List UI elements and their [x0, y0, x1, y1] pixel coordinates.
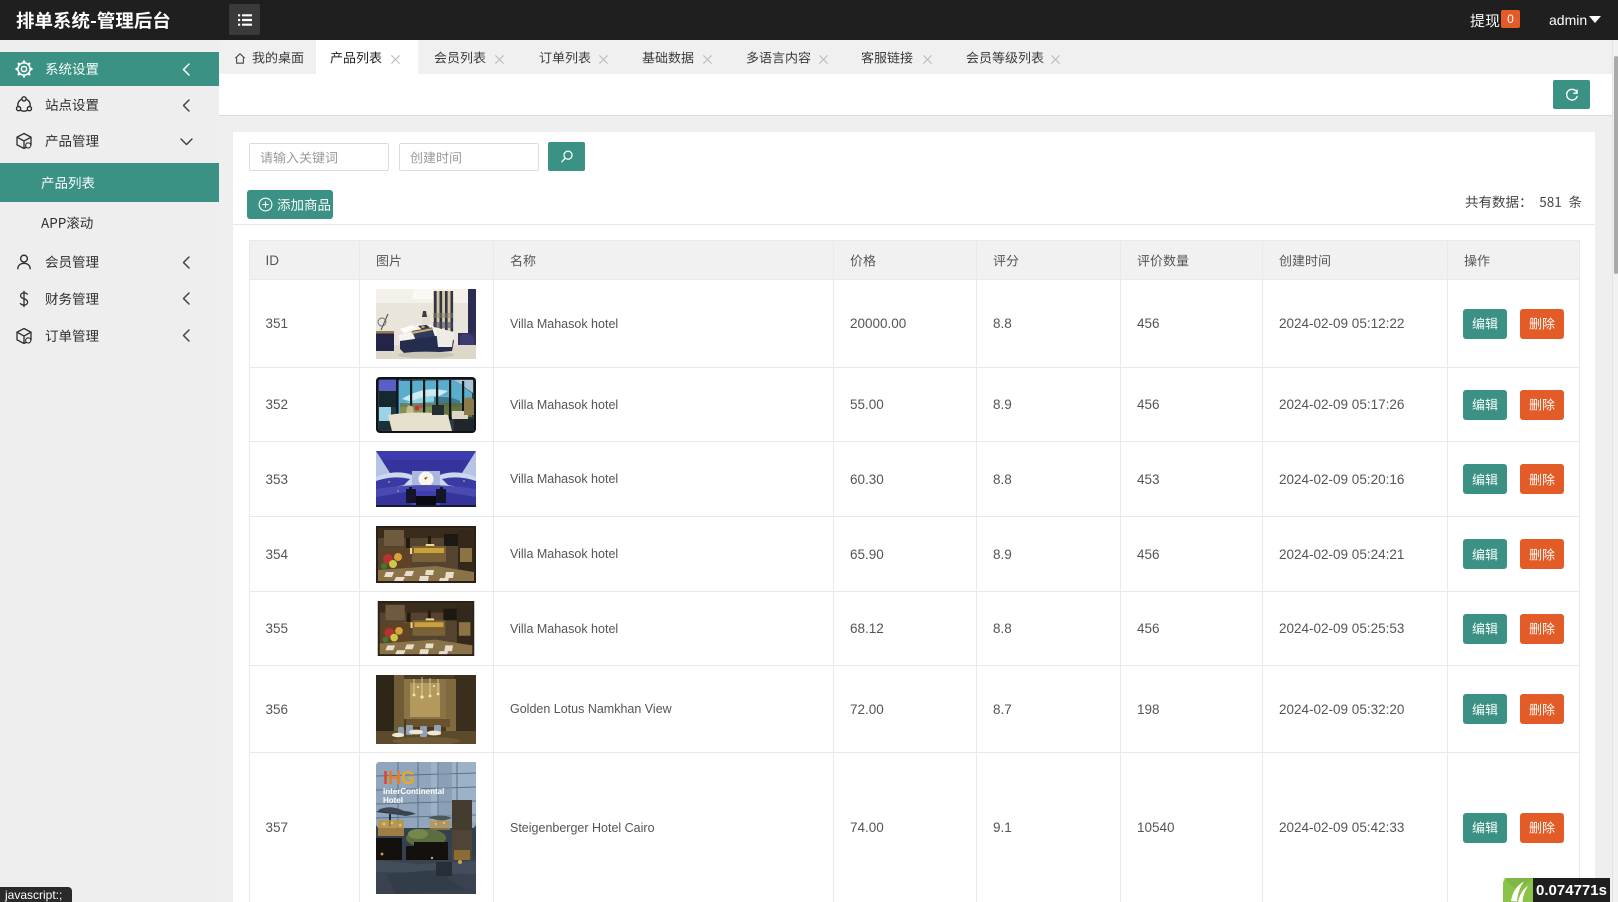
svg-text:IHG: IHG — [383, 768, 415, 788]
svg-text:InterContinental: InterContinental — [383, 787, 444, 796]
svg-text:Hotel: Hotel — [383, 796, 403, 805]
